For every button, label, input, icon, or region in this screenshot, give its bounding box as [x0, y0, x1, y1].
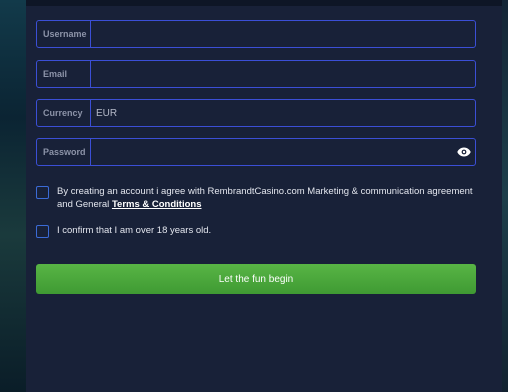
username-input[interactable]: [91, 21, 475, 47]
currency-label: Currency: [37, 100, 91, 126]
email-input[interactable]: [91, 61, 475, 87]
currency-input[interactable]: [91, 100, 475, 126]
currency-field: Currency: [36, 99, 476, 127]
age-confirmation-row: I confirm that I am over 18 years old.: [36, 224, 476, 238]
username-label: Username: [37, 21, 91, 47]
terms-conditions-link[interactable]: Terms & Conditions: [112, 199, 202, 210]
password-field: Password: [36, 138, 476, 166]
panel-top-strip: [26, 0, 502, 6]
background-left: [0, 0, 26, 392]
username-field: Username: [36, 20, 476, 48]
email-field: Email: [36, 60, 476, 88]
password-label: Password: [37, 139, 91, 165]
background-right: [502, 0, 508, 392]
marketing-agreement-row: By creating an account i agree with Remb…: [36, 185, 476, 211]
submit-button[interactable]: Let the fun begin: [36, 264, 476, 294]
eye-icon[interactable]: [453, 139, 475, 165]
age-confirmation-label: I confirm that I am over 18 years old.: [57, 225, 212, 236]
password-input[interactable]: [91, 139, 453, 165]
age-confirmation-checkbox[interactable]: [36, 225, 49, 238]
email-label: Email: [37, 61, 91, 87]
marketing-agreement-text: By creating an account i agree with Remb…: [57, 185, 476, 211]
marketing-agreement-checkbox[interactable]: [36, 186, 49, 199]
registration-form: Username Email Currency Password By crea…: [26, 0, 502, 392]
